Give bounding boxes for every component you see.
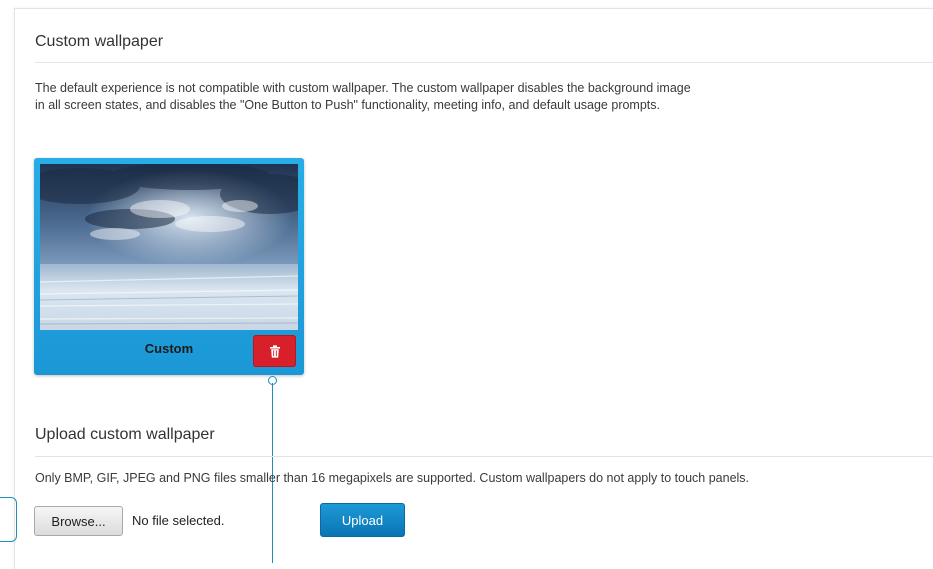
heading-divider [35,62,933,63]
custom-wallpaper-heading: Custom wallpaper [35,33,164,50]
upload-divider [35,456,933,457]
file-status-text: No file selected. [132,513,225,528]
description-line-1: The default experience is not compatible… [35,81,691,95]
callout-bracket [0,497,17,542]
upload-wallpaper-heading: Upload custom wallpaper [35,426,215,443]
custom-wallpaper-description: The default experience is not compatible… [35,80,691,114]
wallpaper-thumbnail [40,164,298,330]
stormy-sea-image [40,164,298,330]
upload-note-text: Only BMP, GIF, JPEG and PNG files smalle… [35,471,750,485]
description-line-2: in all screen states, and disables the "… [35,98,660,112]
trash-icon [269,344,280,358]
browse-button[interactable]: Browse... [34,506,123,536]
delete-wallpaper-button[interactable] [253,335,296,367]
upload-button[interactable]: Upload [320,503,405,537]
wallpaper-card-custom[interactable]: Custom [34,158,304,375]
upload-note: Only BMP, GIF, JPEG and PNG files smalle… [35,470,933,487]
